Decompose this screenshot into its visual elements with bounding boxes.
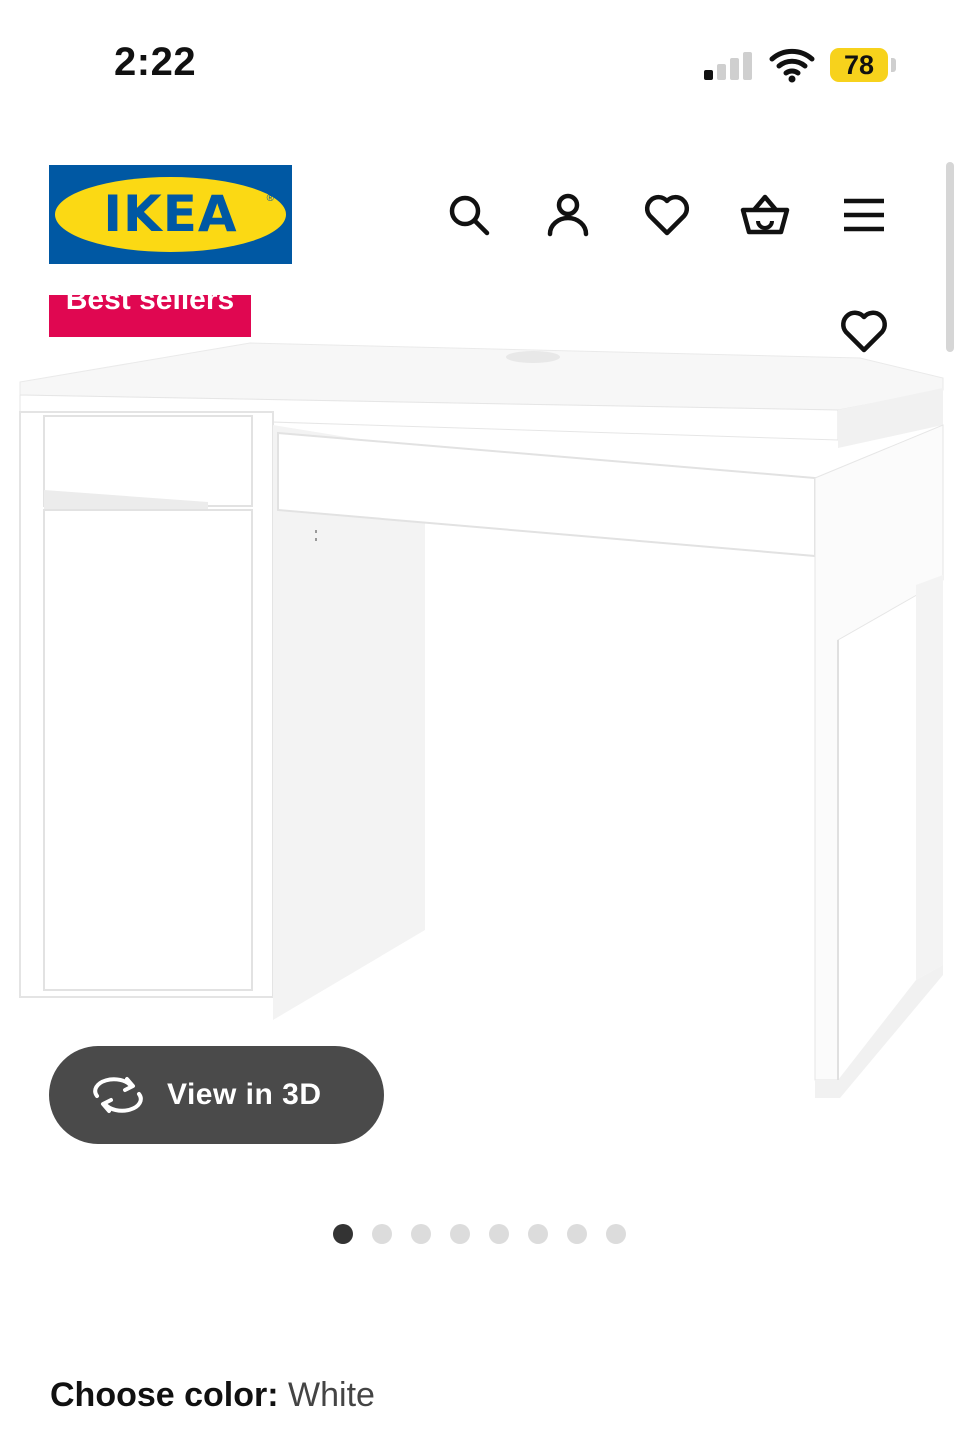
page-scrollbar[interactable] xyxy=(946,162,954,352)
cellular-signal-icon xyxy=(704,50,756,80)
badge-label: Best sellers xyxy=(65,295,235,316)
search-icon[interactable] xyxy=(444,190,494,240)
gallery-dot[interactable] xyxy=(567,1224,587,1244)
logo-text: IKEA xyxy=(103,185,238,243)
menu-icon[interactable] xyxy=(839,190,889,240)
product-image[interactable] xyxy=(0,330,963,1120)
gallery-dot[interactable] xyxy=(450,1224,470,1244)
battery-indicator: 78 xyxy=(830,48,888,82)
view-in-3d-label: View in 3D xyxy=(167,1078,322,1111)
battery-cap xyxy=(891,58,896,72)
wifi-icon xyxy=(769,48,815,83)
user-icon[interactable] xyxy=(543,190,593,240)
gallery-dot[interactable] xyxy=(528,1224,548,1244)
gallery-dot[interactable] xyxy=(372,1224,392,1244)
gallery-pagination xyxy=(333,1224,626,1244)
view-in-3d-button[interactable]: View in 3D xyxy=(49,1046,384,1144)
rotate-3d-icon xyxy=(93,1077,143,1113)
color-value: White xyxy=(288,1376,375,1414)
gallery-dot[interactable] xyxy=(606,1224,626,1244)
add-to-favourites-icon[interactable] xyxy=(838,305,890,357)
gallery-dot[interactable] xyxy=(411,1224,431,1244)
ikea-logo[interactable]: IKEA ® xyxy=(49,165,292,264)
color-label: Choose color: xyxy=(50,1376,279,1414)
heart-icon[interactable] xyxy=(642,190,692,240)
gallery-dot[interactable] xyxy=(489,1224,509,1244)
basket-icon[interactable] xyxy=(740,190,790,240)
gallery-dot[interactable] xyxy=(333,1224,353,1244)
logo-registered-mark: ® xyxy=(266,193,274,204)
color-selector[interactable]: Choose color: White xyxy=(50,1376,375,1415)
status-time: 2:22 xyxy=(114,40,197,84)
